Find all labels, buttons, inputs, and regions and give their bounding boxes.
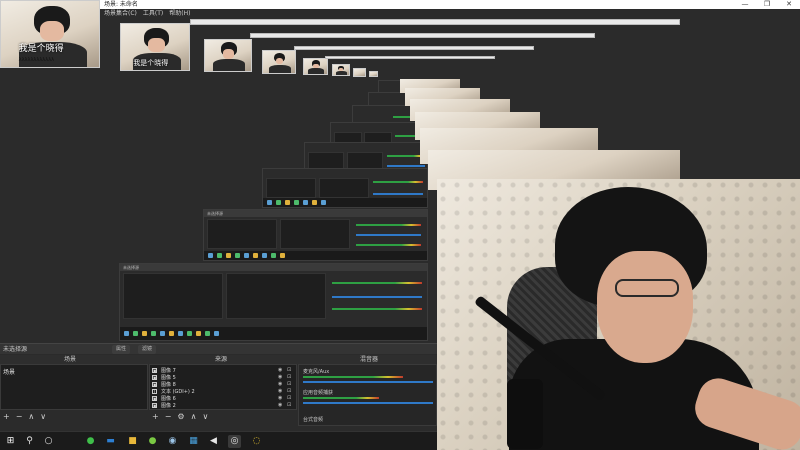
scenes-toolbar: + − ∧ ∨ (3, 412, 46, 421)
move-scene-down-button[interactable]: ∨ (40, 412, 46, 421)
webcam-feed (437, 179, 800, 450)
source-item[interactable]: ▣ 图像 5 ◉ ⊡ (152, 374, 296, 381)
image-icon: ▣ (152, 367, 157, 373)
mixer-track-label: 台式音频 (303, 417, 324, 423)
visibility-eye-icon[interactable]: ◉ (278, 381, 284, 387)
wechat-icon[interactable]: ● (84, 435, 97, 448)
sources-list[interactable]: ▣ 图像 7 ◉ ⊡ ▣ 图像 5 ◉ ⊡ ▣ 图像 8 ◉ ⊡ T 文本 (G… (149, 364, 297, 410)
scenes-list[interactable]: 场景 (0, 364, 148, 410)
steam-icon[interactable]: ◉ (166, 435, 179, 448)
volume-slider[interactable] (303, 402, 433, 404)
mail-icon[interactable]: ▬ (104, 435, 117, 448)
maximize-button[interactable]: ❐ (756, 0, 778, 9)
audio-meter (303, 397, 379, 399)
window-title: 场景: 未命名 (104, 1, 138, 8)
lock-icon[interactable]: ⊡ (287, 367, 293, 373)
game-icon[interactable]: ● (146, 435, 159, 448)
close-button[interactable]: ✕ (778, 0, 800, 9)
visibility-eye-icon[interactable]: ◉ (278, 374, 284, 380)
preview-thumbnail (353, 68, 366, 77)
move-source-down-button[interactable]: ∨ (202, 412, 208, 421)
microphone (507, 379, 543, 449)
thumbnail-caption: 我是个晓得 λλλλλλλλλλλλ (18, 44, 64, 64)
visibility-eye-icon[interactable]: ◉ (278, 388, 284, 394)
scenes-dock-title: 场景 (64, 356, 77, 363)
dock-titles: 场景 来源 混音器 (0, 355, 437, 364)
image-icon: ▣ (152, 402, 157, 408)
source-item[interactable]: T 文本 (GDI+) 2 ◉ ⊡ (152, 388, 296, 395)
visibility-eye-icon[interactable]: ◉ (278, 367, 284, 373)
lock-icon[interactable]: ⊡ (287, 374, 293, 380)
nested-window-bar (294, 46, 534, 50)
source-item[interactable]: ▣ 图像 6 ◉ ⊡ (152, 395, 296, 402)
scene-item[interactable]: 场景 (3, 367, 15, 376)
minimize-button[interactable]: — (734, 0, 756, 9)
preview-thumbnail (332, 64, 350, 76)
nested-window-bar (325, 56, 495, 59)
mixer-track-label: 应用音频捕获 (303, 390, 334, 396)
preview-thumbnail (262, 50, 296, 74)
back-icon[interactable]: ◀ (207, 435, 220, 448)
visibility-eye-icon[interactable]: ◉ (278, 402, 284, 408)
image-icon: ▣ (152, 395, 157, 401)
properties-bar: 未选择源 属性 滤镜 (0, 343, 437, 354)
nested-window-bar (190, 19, 680, 25)
nested-obs-window (262, 168, 428, 208)
task-view-icon[interactable]: ○ (42, 435, 55, 448)
lock-icon[interactable]: ⊡ (287, 402, 293, 408)
filters-button[interactable]: 滤镜 (138, 345, 157, 354)
person-face (597, 251, 693, 363)
file-explorer-icon[interactable]: ■ (126, 435, 139, 448)
app-icon[interactable]: ◌ (250, 435, 263, 448)
sources-toolbar: + − ⚙ ∧ ∨ (152, 412, 208, 421)
remove-scene-button[interactable]: − (16, 412, 23, 421)
preview-caption: 我是个晓得 (133, 59, 169, 68)
sources-dock-title: 来源 (215, 356, 228, 363)
windows-start-icon[interactable]: ⊞ (4, 435, 17, 448)
obs-icon[interactable]: ◎ (228, 435, 241, 448)
add-scene-button[interactable]: + (3, 412, 10, 421)
menu-bar: 场景集合(C) 工具(T) 帮助(H) (104, 9, 190, 19)
audio-meter (303, 376, 403, 378)
preview-thumbnail (369, 71, 378, 77)
move-source-up-button[interactable]: ∧ (191, 412, 197, 421)
add-source-button[interactable]: + (152, 412, 159, 421)
search-icon[interactable]: ⚲ (23, 435, 36, 448)
calculator-icon[interactable]: ▦ (187, 435, 200, 448)
mixer-track-label: 麦克风/Aux (303, 369, 330, 375)
window-title-bar: 场景: 未命名 — ❐ ✕ (0, 0, 800, 9)
menu-help[interactable]: 帮助(H) (169, 9, 190, 19)
lock-icon[interactable]: ⊡ (287, 381, 293, 387)
text-icon: T (152, 388, 157, 394)
nested-window-bar (250, 33, 595, 38)
taskbar: ⊞ ⚲ ○ ● ▬ ■ ● ◉ ▦ ◀ ◎ ◌ (0, 431, 437, 450)
preview-thumbnail (204, 39, 252, 72)
image-icon: ▣ (152, 381, 157, 387)
source-item[interactable]: ▣ 图像 7 ◉ ⊡ (152, 367, 296, 374)
properties-button[interactable]: 属性 (112, 345, 131, 354)
source-item[interactable]: ▣ 图像 2 ◉ ⊡ (152, 402, 296, 409)
volume-slider[interactable] (303, 381, 433, 383)
nested-obs-window: 未选择源 (203, 209, 428, 261)
person-glasses (615, 279, 679, 297)
webcam-thumbnail: 我是个晓得 λλλλλλλλλλλλ (0, 0, 100, 68)
lock-icon[interactable]: ⊡ (287, 395, 293, 401)
mixer-dock-title: 混音器 (360, 356, 379, 363)
preview-thumbnail: 我是个晓得 (120, 23, 190, 71)
source-item[interactable]: ▣ 图像 8 ◉ ⊡ (152, 381, 296, 388)
lock-icon[interactable]: ⊡ (287, 388, 293, 394)
audio-mixer: 麦克风/Aux 应用音频捕获 台式音频 (298, 364, 437, 426)
image-icon: ▣ (152, 374, 157, 380)
menu-tools[interactable]: 工具(T) (143, 9, 163, 19)
no-source-selected-label: 未选择源 (3, 346, 28, 353)
nested-obs-window: 未选择源 (119, 263, 428, 341)
preview-thumbnail (303, 58, 328, 75)
remove-source-button[interactable]: − (165, 412, 172, 421)
visibility-eye-icon[interactable]: ◉ (278, 395, 284, 401)
menu-scene-collection[interactable]: 场景集合(C) (104, 9, 137, 19)
move-scene-up-button[interactable]: ∧ (28, 412, 34, 421)
source-settings-button[interactable]: ⚙ (177, 412, 184, 421)
